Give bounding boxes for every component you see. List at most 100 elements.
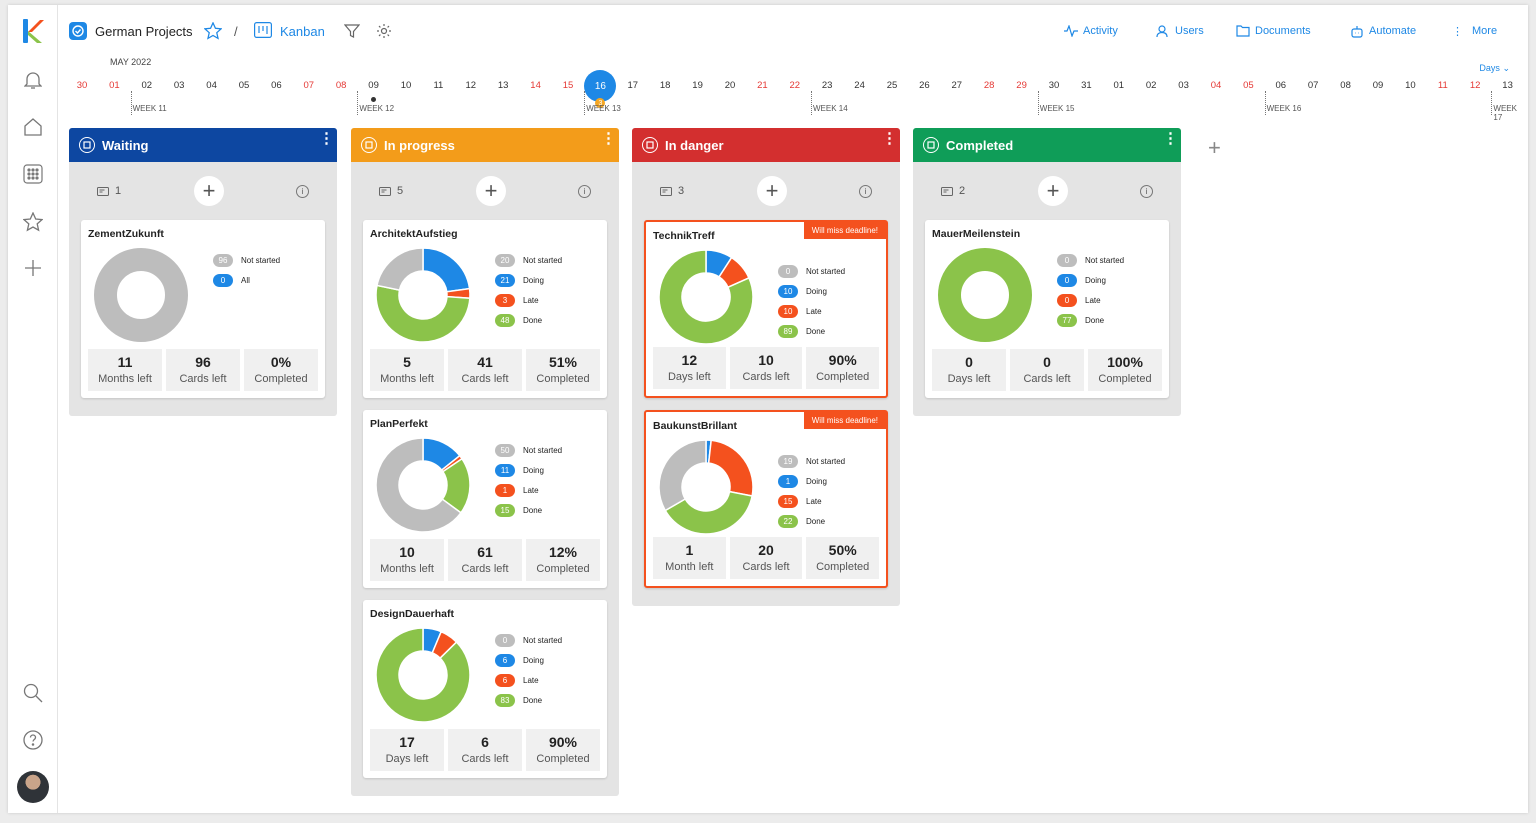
favorite-star-icon[interactable]	[204, 20, 222, 42]
timeline-day[interactable]: 25	[881, 80, 903, 91]
timeline-day[interactable]: 30	[1043, 80, 1065, 91]
project-card[interactable]: MauerMeilenstein 0 Not started 0 Doing 0 Late 7…	[925, 220, 1169, 398]
donut-segment-done	[375, 627, 471, 723]
timeline-day[interactable]: 11	[1432, 80, 1454, 91]
timeline-day[interactable]: 29	[1011, 80, 1033, 91]
column-header[interactable]: Completed ⋮	[913, 128, 1181, 162]
more-button[interactable]: ⋮ More	[1452, 20, 1497, 42]
timeline-day[interactable]: 01	[1108, 80, 1130, 91]
stat-label: Months left	[380, 563, 434, 575]
project-selector[interactable]: German Projects	[69, 20, 193, 42]
plus-icon[interactable]	[21, 256, 45, 280]
search-icon[interactable]	[21, 681, 45, 705]
add-column-button[interactable]: +	[1208, 135, 1221, 161]
users-button[interactable]: Users	[1156, 20, 1204, 42]
add-card-button[interactable]: +	[194, 176, 224, 206]
timeline-day[interactable]: 06	[1270, 80, 1292, 91]
star-icon[interactable]	[21, 210, 45, 234]
info-icon[interactable]: i	[859, 185, 872, 198]
view-switcher-kanban[interactable]: Kanban	[254, 20, 325, 42]
timeline-day[interactable]: 04	[201, 80, 223, 91]
project-card[interactable]: DesignDauerhaft 0 Not started 6 Doing 6 Late 83…	[363, 600, 607, 778]
timeline-day[interactable]: 28	[978, 80, 1000, 91]
timeline-day[interactable]: 18	[654, 80, 676, 91]
column-header[interactable]: In danger ⋮	[632, 128, 900, 162]
filter-icon[interactable]	[344, 20, 360, 42]
timeline-day[interactable]: 09	[1367, 80, 1389, 91]
timeline-day[interactable]: 24	[849, 80, 871, 91]
column-menu-icon[interactable]: ⋮	[319, 131, 334, 146]
donut-chart	[658, 439, 754, 540]
timeline-day[interactable]: 31	[1075, 80, 1097, 91]
timeline-day[interactable]: 11	[427, 80, 449, 91]
timeline-day[interactable]: 14	[525, 80, 547, 91]
add-card-button[interactable]: +	[757, 176, 787, 206]
project-card[interactable]: ZementZukunft 96 Not started 0 All 11 Months l…	[81, 220, 325, 398]
timeline-day[interactable]: 02	[136, 80, 158, 91]
timeline-day[interactable]: 07	[298, 80, 320, 91]
stat-box: 41 Cards left	[448, 349, 522, 391]
help-icon[interactable]	[21, 728, 45, 752]
info-icon[interactable]: i	[578, 185, 591, 198]
week-label: WEEK 16	[1266, 104, 1302, 113]
project-card[interactable]: ArchitektAufstieg 20 Not started 21 Doing 3 La…	[363, 220, 607, 398]
timeline-day[interactable]: 09	[363, 80, 385, 91]
stat-value: 0%	[270, 354, 292, 370]
project-card[interactable]: PlanPerfekt 50 Not started 11 Doing 1 Late 15 Do…	[363, 410, 607, 588]
timeline-day[interactable]: 04	[1205, 80, 1227, 91]
automate-button[interactable]: Automate	[1350, 20, 1416, 42]
timeline-day[interactable]: 10	[395, 80, 417, 91]
documents-button[interactable]: Documents	[1236, 20, 1311, 42]
timeline-day[interactable]: 13	[492, 80, 514, 91]
timeline-day[interactable]: 19	[687, 80, 709, 91]
timeline-day[interactable]: 03	[1173, 80, 1195, 91]
user-avatar[interactable]	[17, 771, 49, 803]
timeline-day[interactable]: 05	[233, 80, 255, 91]
timeline-day[interactable]: 26	[913, 80, 935, 91]
timeline-day[interactable]: 27	[946, 80, 968, 91]
timeline-day[interactable]: 13	[1497, 80, 1519, 91]
timeline-month: MAY 2022	[110, 57, 152, 67]
event-dot[interactable]	[371, 97, 377, 102]
card-title: TechnikTreff	[653, 230, 715, 242]
app-logo[interactable]	[21, 18, 45, 44]
timeline-day[interactable]: 12	[1464, 80, 1486, 91]
column-menu-icon[interactable]: ⋮	[601, 131, 616, 146]
timeline-day[interactable]: 05	[1237, 80, 1259, 91]
timeline-day[interactable]: 08	[1335, 80, 1357, 91]
project-card[interactable]: TechnikTreff Will miss deadline! 0 Not star…	[644, 220, 888, 398]
timeline-day[interactable]: 06	[265, 80, 287, 91]
timeline-day[interactable]: 20	[719, 80, 741, 91]
bell-icon[interactable]	[21, 68, 45, 92]
timeline-day[interactable]: 30	[71, 80, 93, 91]
settings-gear-icon[interactable]	[376, 20, 392, 42]
timeline-day[interactable]: 17	[622, 80, 644, 91]
timeline-day[interactable]: 02	[1140, 80, 1162, 91]
timeline-day[interactable]: 08	[330, 80, 352, 91]
timeline-day[interactable]: 10	[1399, 80, 1421, 91]
timeline-day[interactable]: 01	[103, 80, 125, 91]
timeline-day[interactable]: 12	[460, 80, 482, 91]
stat-value: 61	[477, 544, 493, 560]
home-icon[interactable]	[21, 115, 45, 139]
activity-button[interactable]: Activity	[1064, 20, 1118, 42]
column-toolbar: 5 + i	[351, 162, 619, 220]
timeline-day[interactable]: 07	[1302, 80, 1324, 91]
column-menu-icon[interactable]: ⋮	[1163, 131, 1178, 146]
timeline-day[interactable]: 03	[168, 80, 190, 91]
timeline-day[interactable]: 21	[751, 80, 773, 91]
add-card-button[interactable]: +	[476, 176, 506, 206]
timeline-day[interactable]: 22	[784, 80, 806, 91]
column-header[interactable]: Waiting ⋮	[69, 128, 337, 162]
info-icon[interactable]: i	[296, 185, 309, 198]
column-menu-icon[interactable]: ⋮	[882, 131, 897, 146]
add-card-button[interactable]: +	[1038, 176, 1068, 206]
automate-label: Automate	[1369, 25, 1417, 37]
project-card[interactable]: BaukunstBrillant Will miss deadline! 19 Not…	[644, 410, 888, 588]
apps-grid-icon[interactable]	[21, 162, 45, 186]
column-header[interactable]: In progress ⋮	[351, 128, 619, 162]
timeline-day[interactable]: 23	[816, 80, 838, 91]
timeline-day[interactable]: 15	[557, 80, 579, 91]
days-selector[interactable]: Days ⌄	[1479, 63, 1510, 74]
info-icon[interactable]: i	[1140, 185, 1153, 198]
